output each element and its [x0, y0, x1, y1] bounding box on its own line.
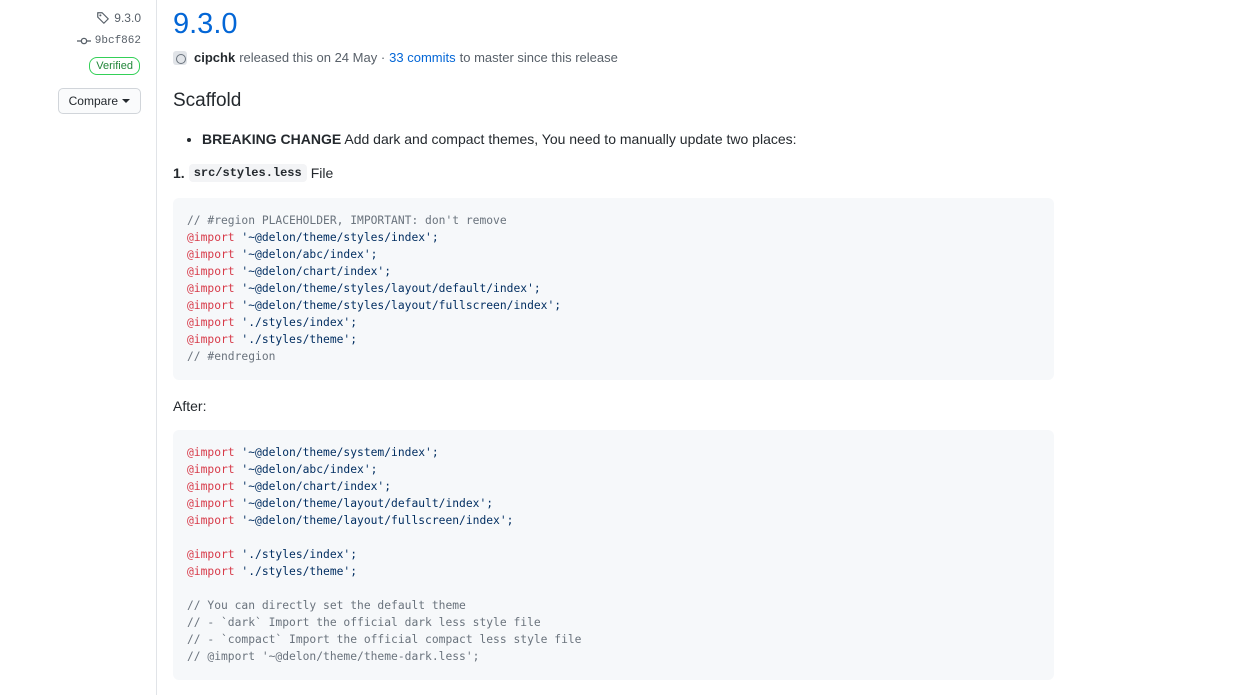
section-title: Scaffold	[173, 90, 242, 111]
step-file-code: src/styles.less	[188, 164, 307, 182]
code-line: @import '~@delon/theme/layout/fullscreen…	[187, 512, 1040, 529]
code-string: './styles/theme';	[234, 333, 358, 346]
code-keyword: @import	[187, 497, 235, 510]
code-keyword: @import	[187, 565, 235, 578]
code-keyword: @import	[187, 248, 235, 261]
commits-link[interactable]: 33 commits	[389, 50, 455, 65]
code-keyword: @import	[187, 316, 235, 329]
compare-label: Compare	[68, 94, 118, 108]
step-heading: 1. src/styles.less File	[173, 164, 333, 182]
code-line: // You can directly set the default them…	[187, 597, 1040, 614]
release-sidebar: 9.3.0 9bcf862 Verified Compare	[0, 0, 157, 695]
compare-button[interactable]: Compare	[57, 88, 141, 114]
code-line: // #region PLACEHOLDER, IMPORTANT: don't…	[187, 212, 1040, 229]
code-line: @import '~@delon/chart/index';	[187, 263, 1040, 280]
avatar[interactable]	[173, 50, 187, 65]
code-comment: // #region PLACEHOLDER, IMPORTANT: don't…	[187, 214, 507, 227]
code-string: '~@delon/abc/index';	[234, 463, 378, 476]
code-string: '~@delon/chart/index';	[234, 265, 392, 278]
code-line: @import './styles/theme';	[187, 563, 1040, 580]
code-keyword: @import	[187, 548, 235, 561]
code-string: './styles/index';	[234, 548, 358, 561]
code-line: @import '~@delon/theme/styles/layout/ful…	[187, 297, 1040, 314]
code-comment: // - `dark` Import the official dark les…	[187, 616, 541, 629]
code-line: // - `dark` Import the official dark les…	[187, 614, 1040, 631]
caret-down-icon	[122, 99, 130, 103]
code-string: './styles/theme';	[234, 565, 358, 578]
code-line: // - `compact` Import the official compa…	[187, 631, 1040, 648]
released-text: released this on 24 May ·	[239, 50, 386, 65]
breaking-change-text: Add dark and compact themes, You need to…	[341, 131, 797, 147]
code-string: '~@delon/theme/system/index';	[234, 446, 439, 459]
code-line: @import '~@delon/theme/layout/default/in…	[187, 495, 1040, 512]
code-string: '~@delon/theme/styles/index';	[234, 231, 439, 244]
code-keyword: @import	[187, 463, 235, 476]
code-comment: // You can directly set the default them…	[187, 599, 466, 612]
code-line: // @import '~@delon/theme/theme-dark.les…	[187, 648, 1040, 665]
since-text: to master since this release	[459, 50, 618, 65]
code-string: '~@delon/theme/layout/fullscreen/index';	[234, 514, 514, 527]
commit-link[interactable]: 9bcf862	[76, 35, 141, 47]
after-label: After:	[173, 398, 207, 414]
code-string: '~@delon/theme/layout/default/index';	[234, 497, 494, 510]
breaking-change-label: BREAKING CHANGE	[202, 131, 342, 147]
code-line: @import '~@delon/theme/styles/layout/def…	[187, 280, 1040, 297]
code-line: @import '~@delon/theme/system/index';	[187, 444, 1040, 461]
step-text: File	[310, 165, 334, 181]
code-line: @import '~@delon/theme/styles/index';	[187, 229, 1040, 246]
code-line: @import './styles/index';	[187, 314, 1040, 331]
code-comment: // @import '~@delon/theme/theme-dark.les…	[187, 650, 480, 663]
code-block-before: // #region PLACEHOLDER, IMPORTANT: don't…	[173, 198, 1054, 380]
code-line: @import '~@delon/abc/index';	[187, 461, 1040, 478]
release-meta: cipchk released this on 24 May · 33 comm…	[173, 50, 618, 65]
verified-badge[interactable]: Verified	[89, 57, 140, 75]
release-title[interactable]: 9.3.0	[173, 8, 238, 41]
code-string: '~@delon/theme/styles/layout/default/ind…	[234, 282, 541, 295]
code-line: @import './styles/index';	[187, 546, 1040, 563]
code-line: @import '~@delon/chart/index';	[187, 478, 1040, 495]
code-block-after: @import '~@delon/theme/system/index'; @im…	[173, 430, 1054, 680]
code-string: '~@delon/abc/index';	[234, 248, 378, 261]
code-line: @import './styles/theme';	[187, 331, 1040, 348]
code-string: './styles/index';	[234, 316, 358, 329]
code-line: // #endregion	[187, 348, 1040, 365]
code-keyword: @import	[187, 299, 235, 312]
commit-icon	[76, 37, 91, 45]
change-list: BREAKING CHANGE Add dark and compact the…	[173, 129, 797, 149]
code-line: @import '~@delon/abc/index';	[187, 246, 1040, 263]
tag-icon	[97, 12, 110, 24]
commit-sha: 9bcf862	[94, 35, 141, 47]
code-keyword: @import	[187, 480, 235, 493]
code-keyword: @import	[187, 282, 235, 295]
code-keyword: @import	[187, 446, 235, 459]
tag-link[interactable]: 9.3.0	[96, 11, 141, 25]
code-keyword: @import	[187, 231, 235, 244]
code-keyword: @import	[187, 265, 235, 278]
step-number: 1.	[173, 165, 185, 181]
tag-label: 9.3.0	[114, 11, 141, 25]
code-keyword: @import	[187, 514, 235, 527]
author-link[interactable]: cipchk	[194, 50, 235, 65]
code-comment: // #endregion	[187, 350, 276, 363]
code-comment: // - `compact` Import the official compa…	[187, 633, 582, 646]
code-string: '~@delon/chart/index';	[234, 480, 392, 493]
code-string: '~@delon/theme/styles/layout/fullscreen/…	[234, 299, 562, 312]
list-item: BREAKING CHANGE Add dark and compact the…	[202, 129, 797, 149]
code-keyword: @import	[187, 333, 235, 346]
